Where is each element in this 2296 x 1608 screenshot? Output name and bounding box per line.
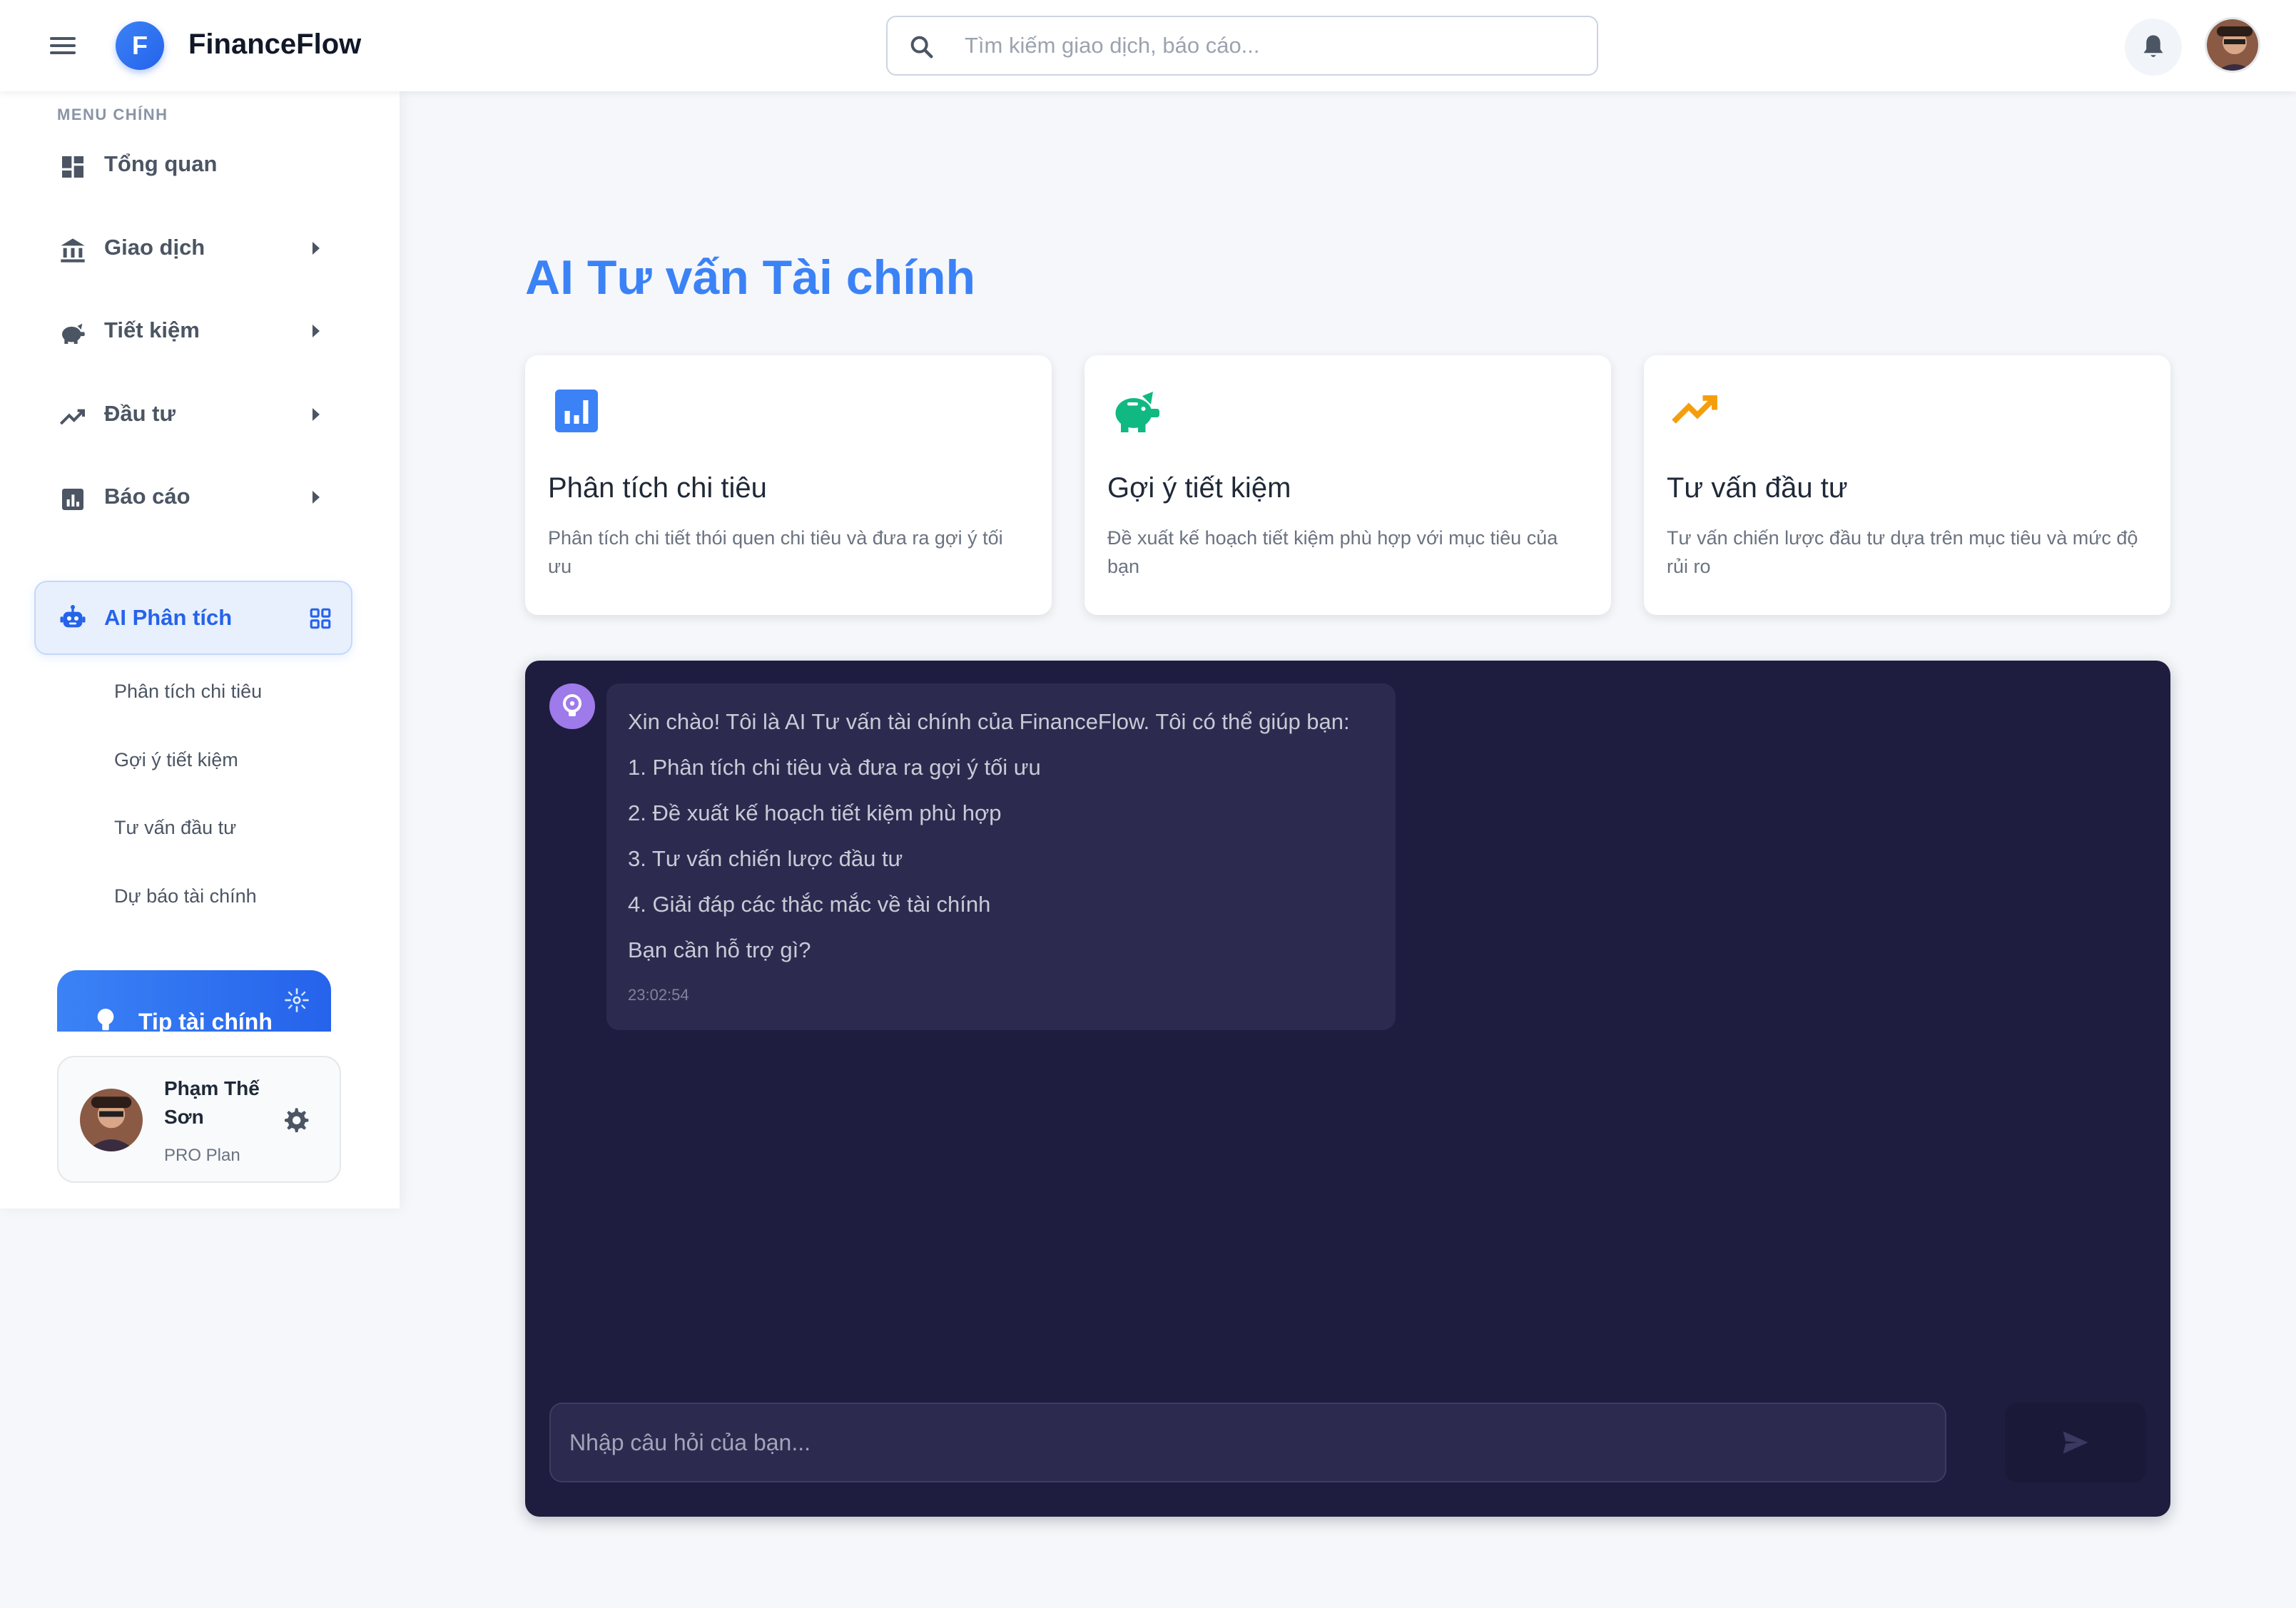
card-title: Phân tích chi tiêu [548, 472, 767, 504]
gear-icon[interactable] [281, 1106, 310, 1134]
send-button[interactable] [2005, 1403, 2146, 1482]
submenu-spending-analysis[interactable]: Phân tích chi tiêu [114, 681, 262, 703]
message-line: 2. Đề xuất kế hoạch tiết kiệm phù hợp [628, 800, 1002, 825]
app-name: FinanceFlow [188, 29, 362, 60]
sidebar-item-transactions[interactable]: Giao dịch [34, 213, 352, 285]
dashboard-icon [62, 156, 83, 178]
menu-section-title: MENU CHÍNH [57, 106, 168, 123]
sidebar-item-reports[interactable]: Báo cáo [34, 462, 352, 534]
feature-card-saving-suggestions[interactable]: Gợi ý tiết kiệm Đề xuất kế hoạch tiết ki… [1084, 355, 1611, 615]
sidebar-item-savings[interactable]: Tiết kiệm [34, 296, 352, 367]
message-line: Bạn cần hỗ trợ gì? [628, 937, 811, 962]
user-plan: PRO Plan [164, 1146, 240, 1165]
feature-card-investment-advice[interactable]: Tư vấn đầu tư Tư vấn chiến lược đầu tư d… [1644, 355, 2170, 615]
bank-icon [61, 238, 85, 263]
message-line: 4. Giải đáp các thắc mắc về tài chính [628, 892, 991, 917]
top-header: F FinanceFlow [0, 0, 2296, 91]
card-title: Tư vấn đầu tư [1667, 472, 1848, 504]
bot-message: Xin chào! Tôi là AI Tư vấn tài chính của… [606, 683, 1396, 1030]
message-line: 1. Phân tích chi tiêu và đưa ra gợi ý tố… [628, 755, 1041, 780]
sidebar-item-ai-analysis[interactable]: AI Phân tích [34, 581, 352, 655]
sidebar-item-label: Tiết kiệm [104, 317, 200, 342]
bell-icon [2143, 35, 2163, 57]
bot-avatar [549, 683, 595, 729]
sidebar-item-investment[interactable]: Đầu tư [34, 380, 352, 451]
financial-tip-card[interactable]: Tip tài chính [57, 970, 331, 1032]
search-box[interactable] [886, 16, 1598, 76]
card-title: Gợi ý tiết kiệm [1107, 472, 1291, 504]
lightbulb-icon [97, 1008, 114, 1031]
chevron-right-icon [313, 242, 320, 255]
chevron-right-icon [313, 408, 320, 421]
submenu-saving-suggestions[interactable]: Gợi ý tiết kiệm [114, 749, 238, 771]
sidebar-item-label: AI Phân tích [104, 605, 233, 630]
chat-input[interactable] [569, 1423, 1925, 1462]
chevron-right-icon [313, 491, 320, 504]
search-icon [910, 36, 933, 58]
card-description: Tư vấn chiến lược đầu tư dựa trên mục ti… [1667, 527, 2138, 577]
robot-icon [60, 605, 86, 628]
card-description: Đề xuất kế hoạch tiết kiệm phù hợp với m… [1107, 527, 1558, 577]
user-avatar[interactable] [2205, 17, 2260, 73]
piggy-bank-icon [62, 323, 85, 344]
sparkle-icon [285, 988, 309, 1012]
menu-toggle-icon[interactable] [47, 31, 78, 60]
sidebar-item-label: Đầu tư [104, 401, 176, 426]
sidebar-item-label: Báo cáo [104, 484, 191, 509]
feature-card-spending-analysis[interactable]: Phân tích chi tiêu Phân tích chi tiết th… [525, 355, 1052, 615]
chat-input-box[interactable] [549, 1403, 1946, 1482]
sidebar-item-label: Tổng quan [104, 151, 218, 176]
message-line: 3. Tư vấn chiến lược đầu tư [628, 846, 903, 871]
tip-label: Tip tài chính [138, 1009, 273, 1032]
user-name: Phạm Thế Sơn [164, 1077, 260, 1128]
trending-up-icon [1672, 395, 1717, 424]
avatar [80, 1089, 143, 1151]
search-input[interactable] [965, 27, 1578, 64]
app-logo: F [116, 21, 164, 70]
sidebar-item-label: Giao dịch [104, 235, 205, 260]
sidebar-item-overview[interactable]: Tổng quan [34, 130, 352, 201]
analytics-icon [555, 390, 598, 432]
notification-button[interactable] [2125, 19, 2182, 76]
submenu-investment-advice[interactable]: Tư vấn đầu tư [114, 817, 236, 839]
bar-chart-icon [62, 489, 83, 510]
trending-up-icon [59, 409, 85, 425]
piggy-bank-icon [1115, 392, 1159, 432]
chat-panel: Xin chào! Tôi là AI Tư vấn tài chính của… [525, 661, 2170, 1517]
user-profile-card: Phạm Thế Sơn PRO Plan [57, 1056, 341, 1183]
card-description: Phân tích chi tiết thói quen chi tiêu và… [548, 527, 1003, 577]
lightbulb-icon [563, 694, 581, 716]
page-title: AI Tư vấn Tài chính [525, 250, 976, 305]
send-icon [2063, 1431, 2088, 1454]
sidebar: MENU CHÍNH Tổng quan Giao dịch Tiết kiệm… [0, 91, 400, 1208]
message-timestamp: 23:02:54 [628, 986, 689, 1004]
submenu-financial-forecast[interactable]: Dự báo tài chính [114, 885, 257, 907]
grid-icon[interactable] [308, 606, 332, 631]
message-line: Xin chào! Tôi là AI Tư vấn tài chính của… [628, 709, 1350, 734]
chevron-right-icon [313, 325, 320, 337]
